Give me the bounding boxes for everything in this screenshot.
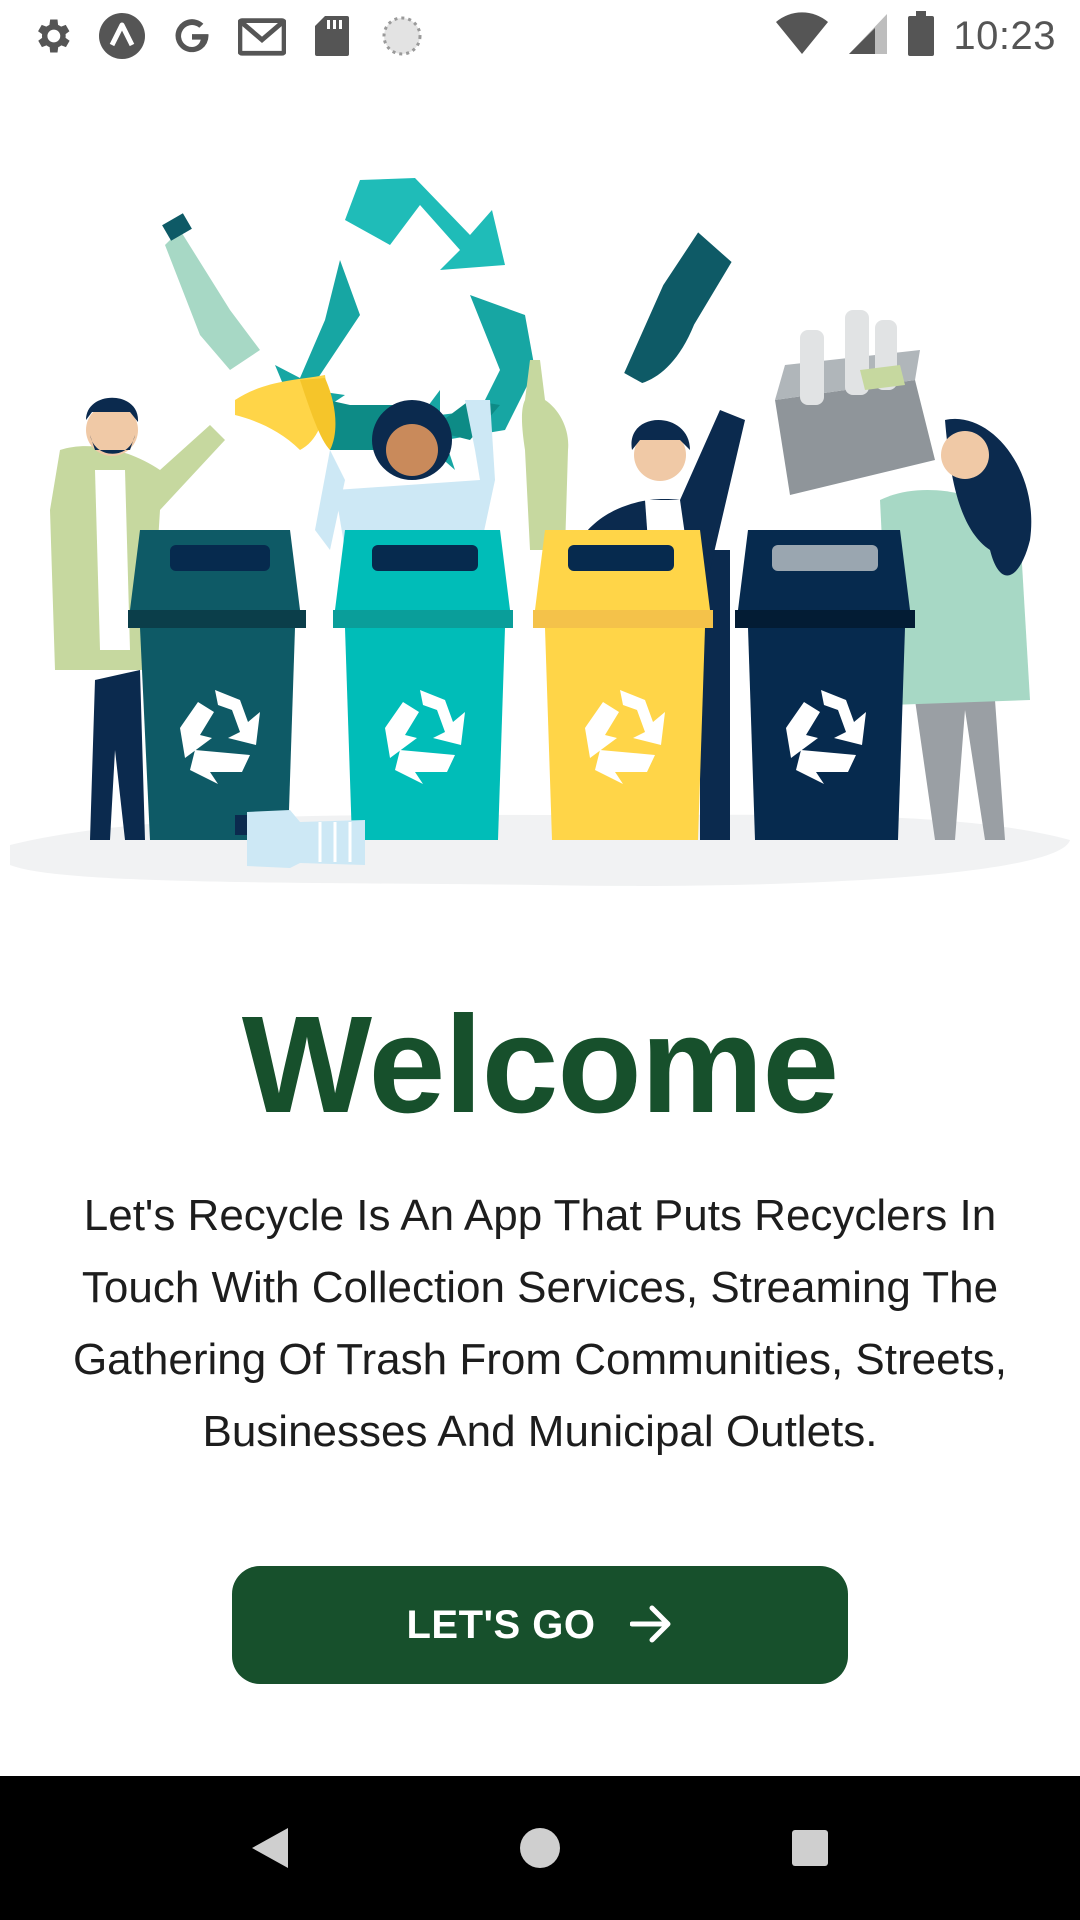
settings-icon: [28, 12, 76, 60]
recycling-illustration: [0, 150, 1080, 910]
google-icon: [168, 12, 216, 60]
bin-dark-teal: [128, 530, 306, 840]
bin-navy: [735, 530, 915, 840]
clock: 10:23: [953, 13, 1056, 58]
home-icon[interactable]: [504, 1812, 576, 1884]
notification-icons: [28, 12, 426, 60]
wifi-icon: [775, 11, 829, 61]
bin-yellow: [533, 530, 713, 840]
battery-icon: [907, 10, 935, 62]
loading-icon: [378, 12, 426, 60]
app-description: Let's Recycle Is An App That Puts Recycl…: [72, 1191, 1008, 1456]
cellular-signal-icon: [847, 12, 889, 61]
system-navigation-bar: [0, 1776, 1080, 1920]
app-logo-icon: [98, 12, 146, 60]
page-title: Welcome: [241, 988, 839, 1142]
sd-card-icon: [308, 12, 356, 60]
lets-go-label: LET'S GO: [406, 1602, 596, 1647]
lets-go-button[interactable]: LET'S GO: [232, 1566, 848, 1684]
back-icon[interactable]: [234, 1812, 306, 1884]
system-indicators: 10:23: [775, 10, 1056, 62]
recents-icon[interactable]: [774, 1812, 846, 1884]
status-bar: 10:23: [0, 0, 1080, 72]
arrow-right-icon: [629, 1604, 674, 1647]
gmail-icon: [238, 12, 286, 60]
bin-teal: [333, 530, 513, 840]
